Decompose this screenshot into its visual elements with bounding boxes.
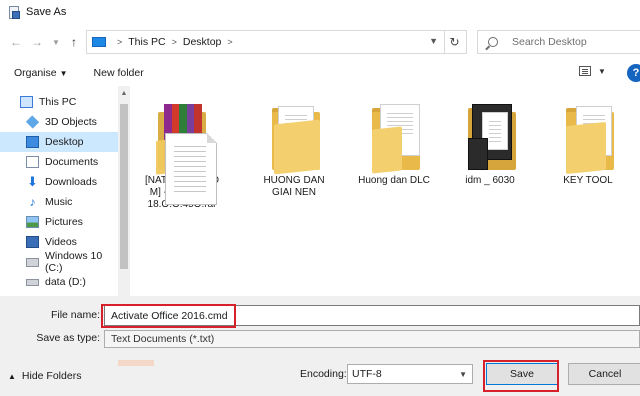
music-icon: ♪: [29, 195, 36, 209]
address-dropdown-icon[interactable]: ▼: [429, 36, 438, 46]
new-folder-button[interactable]: New folder: [86, 67, 152, 79]
window-title: Save As: [26, 6, 67, 18]
download-icon: ⬇: [27, 174, 38, 189]
file-name-label: File name:: [50, 309, 100, 321]
sidebar-item-label: Pictures: [45, 216, 83, 228]
this-pc-icon: [92, 37, 106, 47]
command-bar: Organise ▼ New folder ▼ ?: [0, 60, 640, 86]
save-form: File name: Activate Office 2016.cmd Save…: [0, 296, 640, 396]
back-arrow-icon[interactable]: ←: [6, 31, 26, 53]
change-view-icon[interactable]: [579, 66, 591, 76]
scrollbar-thumb[interactable]: [120, 104, 128, 269]
address-bar[interactable]: > This PC > Desktop > ▼: [86, 30, 445, 54]
monitor-icon: [20, 96, 33, 108]
sidebar-item-downloads[interactable]: ⬇ Downloads: [0, 172, 118, 192]
folder-item-huong-dan-dlc[interactable]: Huong dan DLC: [348, 98, 440, 187]
encoding-select[interactable]: UTF-8 ▼: [347, 364, 473, 384]
chevron-down-icon: ▼: [459, 370, 467, 379]
forward-arrow-icon[interactable]: →: [27, 31, 47, 53]
cancel-button[interactable]: Cancel: [568, 363, 640, 385]
sidebar-item-data-d[interactable]: data (D:): [0, 272, 118, 292]
folder-icon: [558, 98, 618, 175]
decorative-highlight: [118, 360, 154, 366]
sidebar-item-label: Documents: [45, 156, 99, 168]
sidebar-item-music[interactable]: ♪ Music: [0, 192, 118, 212]
recent-locations-chevron-icon[interactable]: ▼: [46, 31, 66, 53]
breadcrumb-separator-icon[interactable]: >: [227, 37, 232, 47]
view-options-chevron-icon[interactable]: ▼: [598, 67, 606, 76]
help-button[interactable]: ?: [627, 64, 640, 82]
file-name-value: Activate Office 2016.cmd: [111, 309, 228, 322]
sidebar-item-pictures[interactable]: Pictures: [0, 212, 118, 232]
drive-icon: [26, 257, 39, 267]
breadcrumb-separator-icon[interactable]: >: [172, 37, 177, 47]
save-as-type-value: Text Documents (*.txt): [111, 333, 215, 345]
pictures-icon: [26, 216, 39, 228]
up-arrow-icon[interactable]: ↑: [64, 31, 84, 53]
file-name-input[interactable]: Activate Office 2016.cmd: [104, 305, 640, 326]
drive-icon: [26, 278, 39, 286]
title-bar: Save As: [0, 0, 640, 24]
save-as-type-label: Save as type:: [36, 332, 100, 344]
sidebar-item-documents[interactable]: Documents: [0, 152, 118, 172]
organise-button[interactable]: Organise ▼: [6, 67, 76, 79]
videos-icon: [26, 236, 39, 248]
sidebar-item-this-pc[interactable]: This PC: [0, 92, 118, 112]
file-name-label: KEY TOOL: [563, 175, 613, 186]
file-name-label: Huong dan DLC: [358, 175, 430, 186]
folder-item-huong-dan-giai-nen[interactable]: HUONG DAN GIAI NEN: [248, 98, 340, 199]
save-button[interactable]: Save: [486, 363, 558, 385]
search-input[interactable]: Search Desktop: [477, 30, 640, 54]
sidebar-item-label: Desktop: [45, 136, 84, 148]
folder-item-key-tool[interactable]: KEY TOOL: [542, 98, 634, 187]
sidebar-item-label: Windows 10 (C:): [45, 250, 103, 274]
sidebar-item-label: Music: [45, 196, 73, 208]
save-as-icon: [8, 5, 20, 19]
sidebar-item-label: Videos: [45, 236, 77, 248]
navigation-pane[interactable]: This PC 3D Objects Desktop Documents ⬇ D…: [0, 86, 130, 296]
sidebar-item-3d-objects[interactable]: 3D Objects: [0, 112, 118, 132]
hide-folders-label: Hide Folders: [21, 370, 82, 382]
folder-icon: [460, 98, 520, 173]
chevron-down-icon: ▼: [59, 69, 68, 78]
folder-icon: [364, 98, 424, 174]
encoding-label: Encoding:: [300, 368, 347, 380]
breadcrumb-desktop[interactable]: Desktop: [183, 36, 222, 48]
sidebar-item-windows-c[interactable]: Windows 10 (C:): [0, 250, 118, 274]
folder-icon: [264, 98, 324, 175]
refresh-icon: ↻: [449, 35, 460, 49]
search-placeholder: Search Desktop: [512, 36, 587, 48]
sidebar-item-desktop[interactable]: Desktop: [0, 132, 118, 152]
file-name-label: idm _ 6030: [465, 175, 515, 186]
scroll-up-icon[interactable]: ▲: [118, 86, 130, 100]
refresh-button[interactable]: ↻: [443, 30, 467, 54]
sidebar-item-label: This PC: [39, 96, 77, 108]
cube-icon: [25, 115, 40, 129]
documents-icon: [26, 156, 39, 168]
search-icon: [488, 37, 498, 47]
sidebar-item-label: Downloads: [45, 176, 97, 188]
address-row: ← → ▼ ↑ > This PC > Desktop > ▼ ↻ Search…: [0, 28, 640, 56]
hide-folders-button[interactable]: ▲ Hide Folders: [8, 370, 81, 382]
desktop-icon: [26, 136, 39, 148]
organise-label: Organise: [14, 67, 57, 79]
chevron-up-icon: ▲: [8, 371, 16, 381]
sidebar-item-label: 3D Objects: [45, 116, 97, 128]
navigation-scrollbar[interactable]: ▲: [118, 86, 130, 296]
breadcrumb-this-pc[interactable]: This PC: [128, 36, 165, 48]
encoding-value: UTF-8: [352, 368, 382, 380]
save-as-type-select[interactable]: Text Documents (*.txt): [104, 330, 640, 348]
folder-item-idm-6030[interactable]: idm _ 6030: [444, 98, 536, 187]
text-document-icon[interactable]: [165, 133, 217, 205]
breadcrumb-separator-icon[interactable]: >: [117, 37, 122, 47]
sidebar-item-videos[interactable]: Videos: [0, 232, 118, 252]
file-name-label: HUONG DAN GIAI NEN: [263, 175, 325, 198]
sidebar-item-label: data (D:): [45, 276, 86, 288]
